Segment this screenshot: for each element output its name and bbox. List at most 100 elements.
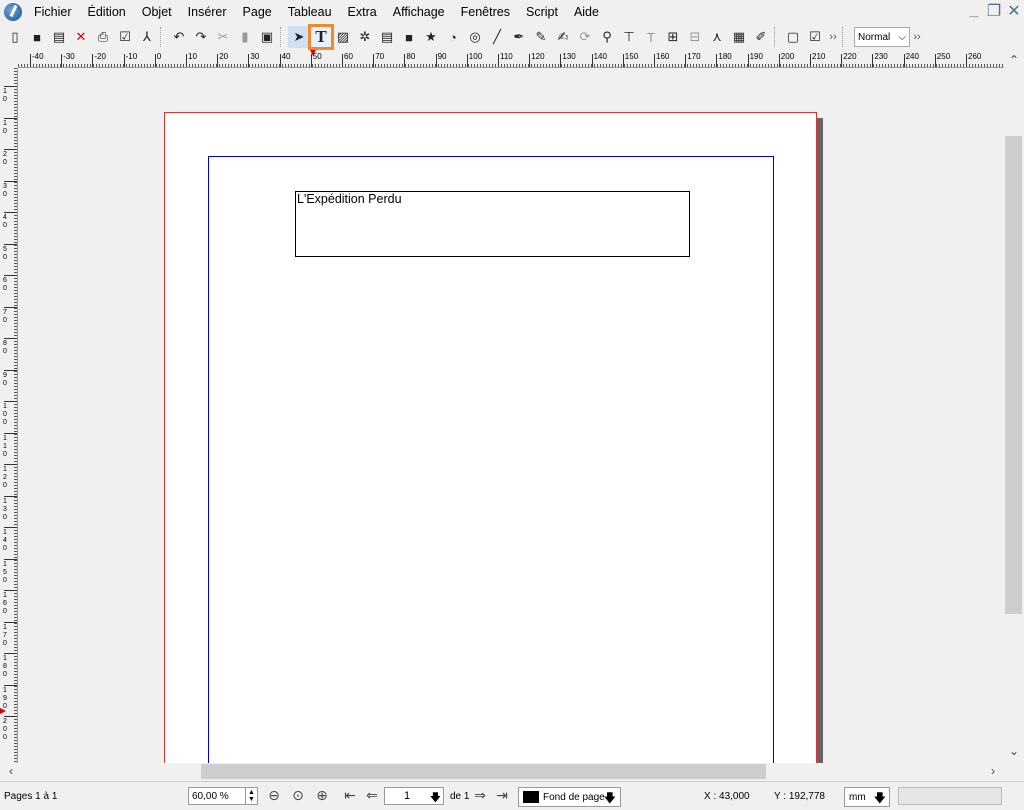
menu-tableau[interactable]: Tableau — [280, 0, 340, 24]
pdf-checkbox-icon[interactable]: ☑ — [804, 26, 826, 48]
ruler-tick — [4, 212, 17, 213]
paste-icon[interactable]: ▣ — [256, 26, 278, 48]
arc-icon[interactable]: ◔ — [442, 26, 464, 48]
layer-select[interactable]: Fond de page 🡇 — [518, 787, 621, 807]
render-frame-icon[interactable]: ✲ — [354, 26, 376, 48]
menu-aide[interactable]: Aide — [566, 0, 607, 24]
ruler-tick — [778, 54, 780, 67]
zoom-out-icon[interactable]: ⊖ — [264, 787, 284, 805]
zoom-icon[interactable]: ⚲ — [596, 26, 618, 48]
dropdown-arrow-icon: 🡇 — [429, 792, 441, 804]
link-frames-icon[interactable]: ⊞ — [662, 26, 684, 48]
calligraphic-icon[interactable]: ✍ — [552, 26, 574, 48]
ruler-label: 150 — [3, 560, 7, 584]
ruler-tick — [903, 54, 905, 67]
menu-edition[interactable]: Édition — [80, 0, 134, 24]
layer-name: Fond de page — [543, 791, 605, 803]
scroll-right-icon[interactable]: › — [984, 764, 1002, 778]
minimize-icon[interactable]: _ — [966, 2, 982, 20]
ruler-tick — [342, 54, 343, 67]
shape-icon[interactable]: ■ — [398, 26, 420, 48]
horizontal-scroll-thumb[interactable] — [201, 764, 766, 779]
ruler-label: 260 — [968, 52, 982, 61]
menu-fichier[interactable]: Fichier — [26, 0, 80, 24]
ruler-tick — [4, 590, 17, 591]
undo-icon[interactable]: ↶ — [168, 26, 190, 48]
bezier-icon[interactable]: ✒ — [508, 26, 530, 48]
redo-icon[interactable]: ↷ — [190, 26, 212, 48]
menu-affichage[interactable]: Affichage — [385, 0, 453, 24]
image-frame-icon[interactable]: ▨ — [332, 26, 354, 48]
print-icon[interactable]: ⎙ — [92, 26, 114, 48]
zoom-input[interactable]: 60,00 % ▲ ▼ — [188, 787, 258, 805]
vertical-ruler[interactable]: 10 10 20 30 40 50 60 70 80 90 100 110 120 130 140 150 16… — [0, 68, 18, 763]
horizontal-scrollbar[interactable]: ‹ › — [0, 763, 1004, 781]
polygon-icon[interactable]: ★ — [420, 26, 442, 48]
ruler-tick — [934, 54, 936, 67]
ruler-tick — [4, 432, 17, 434]
vertical-scroll-thumb[interactable] — [1005, 136, 1022, 614]
vertical-scrollbar[interactable]: ⌃ ⌄ — [1004, 50, 1024, 763]
pdf-export-icon[interactable]: ⅄ — [136, 26, 158, 48]
close-window-icon[interactable]: ✕ — [1006, 2, 1022, 20]
scroll-up-icon[interactable]: ⌃ — [1005, 53, 1023, 67]
eyedropper-icon[interactable]: ✐ — [750, 26, 772, 48]
document-page[interactable]: L'Expédition Perdu — [164, 112, 817, 763]
ruler-label: 20 — [219, 52, 229, 61]
ruler-tick — [4, 653, 17, 654]
table-icon[interactable]: ▤ — [376, 26, 398, 48]
text-frame[interactable]: L'Expédition Perdu — [295, 191, 690, 257]
menu-objet[interactable]: Objet — [134, 0, 180, 24]
pdf-pushbutton-icon[interactable]: ▢ — [782, 26, 804, 48]
toolbar-overflow-icon[interactable]: ›› — [826, 31, 840, 43]
first-page-icon[interactable]: ⇤ — [340, 787, 360, 805]
unit-select[interactable]: mm 🡇 — [844, 787, 890, 807]
next-page-icon[interactable]: ⇒ — [470, 787, 490, 805]
menu-extra[interactable]: Extra — [340, 0, 385, 24]
previous-page-icon[interactable]: ⇐ — [362, 787, 382, 805]
copy-icon[interactable]: ▮ — [234, 26, 256, 48]
ruler-label: -10 — [125, 52, 138, 61]
close-icon[interactable]: ✕ — [70, 26, 92, 48]
ruler-label: 180 — [718, 52, 732, 61]
ruler-label: 80 — [406, 52, 416, 61]
rotate-icon[interactable]: ⟳ — [574, 26, 596, 48]
spiral-icon[interactable]: ◎ — [464, 26, 486, 48]
edit-content-icon[interactable]: ⊤ — [618, 26, 640, 48]
ruler-label: 160 — [656, 52, 670, 61]
preflight-icon[interactable]: ☑ — [114, 26, 136, 48]
ruler-tick — [4, 558, 17, 560]
select-icon[interactable]: ➤ — [288, 26, 310, 48]
cut-icon[interactable]: ✂ — [212, 26, 234, 48]
ruler-label: -30 — [63, 52, 75, 61]
pages-label: Pages 1 à 1 — [4, 791, 58, 802]
copy-properties-icon[interactable]: ▦ — [728, 26, 750, 48]
menu-inserer[interactable]: Insérer — [180, 0, 235, 24]
unlink-frames-icon[interactable]: ⊟ — [684, 26, 706, 48]
document-canvas[interactable]: L'Expédition Perdu — [19, 69, 1004, 763]
measure-icon[interactable]: ⋏ — [706, 26, 728, 48]
text-frame-icon[interactable]: T — [308, 24, 334, 50]
restore-icon[interactable]: ❐ — [986, 2, 1002, 20]
save-icon[interactable]: ▤ — [48, 26, 70, 48]
scroll-down-icon[interactable]: ⌄ — [1005, 744, 1023, 758]
horizontal-ruler[interactable]: -40 -30 -20 -10 0 10 20 30 40 50 60 70 80 90 100 110 120… — [18, 50, 1004, 68]
zoom-in-icon[interactable]: ⊕ — [312, 787, 332, 805]
menu-page[interactable]: Page — [235, 0, 280, 24]
dropdown-arrow-icon: 🡇 — [873, 791, 886, 805]
open-icon[interactable]: ■ — [26, 26, 48, 48]
mode-select[interactable]: Normal ⌵ — [854, 27, 910, 47]
menu-fenetres[interactable]: Fenêtres — [453, 0, 518, 24]
zoom-spinner[interactable]: ▲ ▼ — [245, 788, 257, 804]
scroll-left-icon[interactable]: ‹ — [2, 764, 20, 778]
zoom-100-icon[interactable]: ⊙ — [288, 787, 308, 805]
edit-text-icon[interactable]: T — [640, 26, 662, 48]
toolbar-overflow-2-icon[interactable]: ›› — [910, 31, 924, 43]
menu-script[interactable]: Script — [518, 0, 566, 24]
new-document-icon[interactable]: ▯ — [4, 26, 26, 48]
line-icon[interactable]: ╱ — [486, 26, 508, 48]
page-number-select[interactable]: 1 🡇 — [384, 787, 444, 805]
ruler-label: 110 — [500, 52, 513, 61]
last-page-icon[interactable]: ⇥ — [492, 787, 512, 805]
freehand-icon[interactable]: ✎ — [530, 26, 552, 48]
